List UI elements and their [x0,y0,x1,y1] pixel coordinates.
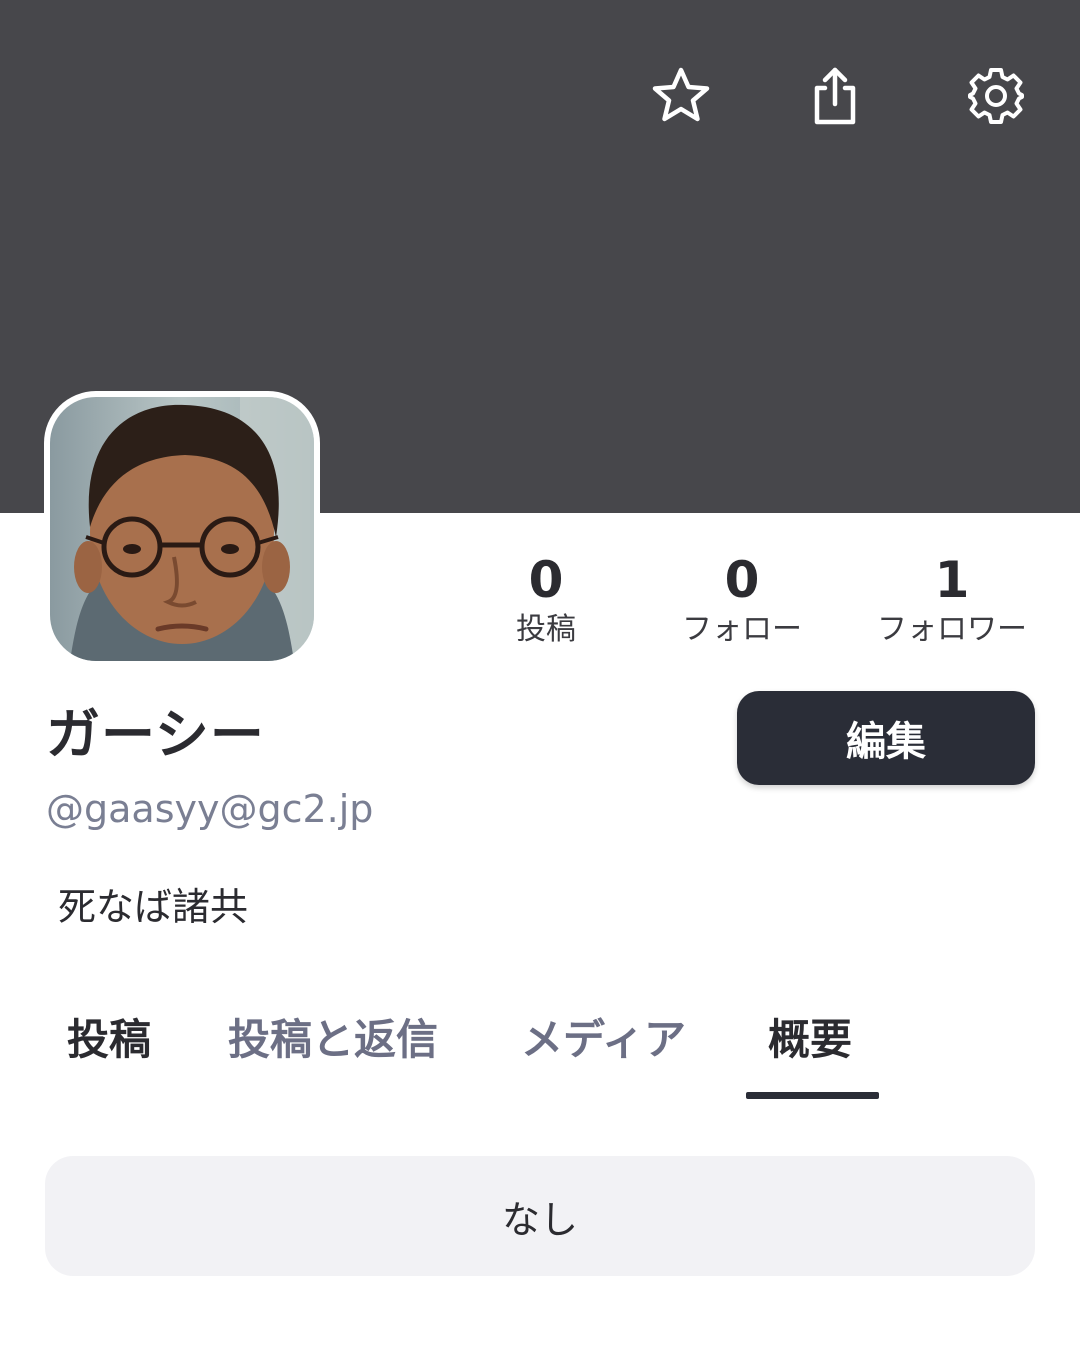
posts-count: 0 [528,551,564,609]
following-label: フォロー [682,612,802,647]
settings-button[interactable] [958,58,1034,134]
about-text: なし [501,1197,578,1242]
following-count: 0 [724,551,760,609]
edit-profile-button[interactable]: 編集 [737,691,1035,785]
tab-posts-and-replies[interactable]: 投稿と返信 [228,1010,438,1070]
share-button[interactable] [797,58,873,134]
followers-label: フォロワー [877,612,1027,647]
avatar-frame[interactable] [44,391,320,667]
stat-posts[interactable]: 0 投稿 [446,550,646,650]
user-handle: @gaasyy@gc2.jp [46,787,374,831]
posts-label: 投稿 [516,612,576,647]
tab-media[interactable]: メディア [521,1010,686,1070]
star-icon [652,67,710,122]
stat-following[interactable]: 0 フォロー [642,550,842,650]
followers-count: 1 [934,551,970,609]
tab-about[interactable]: 概要 [768,1010,852,1070]
profile-bio: 死なば諸共 [58,885,249,929]
avatar-photo [50,397,314,661]
share-icon [814,67,856,125]
tab-posts[interactable]: 投稿 [67,1010,151,1070]
avatar [50,397,314,661]
display-name: ガーシー [46,703,265,766]
tab-selected-indicator [746,1092,879,1099]
stat-followers[interactable]: 1 フォロワー [852,550,1052,650]
gear-icon [968,68,1024,124]
favorite-button[interactable] [643,58,719,134]
about-content-box: なし [45,1156,1035,1276]
